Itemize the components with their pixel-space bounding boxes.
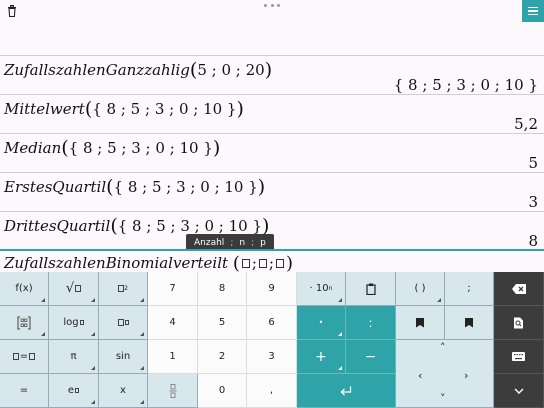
fraction-icon[interactable] <box>148 374 198 408</box>
placeholder-box[interactable] <box>275 259 284 268</box>
sqrt-key[interactable]: √ <box>49 272 99 306</box>
placeholder-box[interactable] <box>258 259 267 268</box>
placeholder-box[interactable] <box>241 259 250 268</box>
digit-7-key[interactable]: 7 <box>148 272 198 306</box>
pi-key[interactable]: π <box>49 340 99 374</box>
equation-key[interactable]: = <box>0 340 49 374</box>
history-expression: ZufallszahlenGanzzahlig(5 ; 0 ; 20) <box>4 59 273 81</box>
clipboard-icon[interactable] <box>346 272 396 306</box>
chevron-down-icon[interactable] <box>494 374 544 408</box>
backspace-icon[interactable] <box>494 272 544 306</box>
parentheses-key[interactable]: ( ) <box>396 272 445 306</box>
search-document-icon[interactable] <box>494 306 544 340</box>
function-args: { 8 ; 5 ; 3 ; 0 ; 10 } <box>113 178 258 196</box>
divide-key[interactable]: : <box>346 306 396 340</box>
tooltip-param: p <box>260 237 266 248</box>
tooltip-param: n <box>239 237 246 248</box>
history-result: 5 <box>528 154 538 172</box>
input-expression[interactable]: ZufallszahlenBinomialverteilt (;;) <box>4 253 293 274</box>
semicolon-key[interactable]: ; <box>445 272 494 306</box>
sin-key[interactable]: sin <box>99 340 148 374</box>
matrix-icon[interactable] <box>0 306 49 340</box>
history-result: { 8 ; 5 ; 3 ; 0 ; 10 } <box>393 76 538 94</box>
digit-4-key[interactable]: 4 <box>148 306 198 340</box>
down-arrow-icon[interactable]: ˅ <box>440 392 446 405</box>
bookmark-icon[interactable] <box>445 306 494 340</box>
tooltip-current-param: Anzahl <box>194 237 225 248</box>
function-args: 5 ; 0 ; 20 <box>197 61 265 79</box>
history-expression: ErstesQuartil({ 8 ; 5 ; 3 ; 0 ; 10 }) <box>4 176 266 198</box>
function-name: ZufallszahlenGanzzahlig <box>4 61 190 79</box>
history-result: 3 <box>528 193 538 211</box>
more-dots-icon[interactable] <box>264 0 280 10</box>
log-key[interactable]: log <box>49 306 99 340</box>
function-name: ErstesQuartil <box>4 178 107 196</box>
history-result: 8 <box>528 232 538 250</box>
function-name: Mittelwert <box>4 100 85 118</box>
minus-key[interactable]: − <box>346 340 396 374</box>
digit-3-key[interactable]: 3 <box>247 340 297 374</box>
function-name: ZufallszahlenBinomialverteilt <box>4 254 229 272</box>
equals-key[interactable]: = <box>0 374 49 408</box>
function-key[interactable]: f(x) <box>0 272 49 306</box>
digit-9-key[interactable]: 9 <box>247 272 297 306</box>
history-row[interactable]: Median({ 8 ; 5 ; 3 ; 0 ; 10 }) 5 <box>0 133 544 172</box>
right-arrow-icon[interactable]: › <box>464 369 468 382</box>
power-key[interactable] <box>99 306 148 340</box>
plus-key[interactable]: + <box>297 340 346 374</box>
history-expression: Median({ 8 ; 5 ; 3 ; 0 ; 10 }) <box>4 137 221 159</box>
hamburger-menu-icon[interactable] <box>522 0 544 22</box>
history-row[interactable]: ErstesQuartil({ 8 ; 5 ; 3 ; 0 ; 10 }) 3 <box>0 172 544 211</box>
input-line[interactable]: ZufallszahlenBinomialverteilt (;;) <box>0 249 544 274</box>
bookmark-icon[interactable] <box>396 306 445 340</box>
square-key[interactable]: 2 <box>99 272 148 306</box>
math-keyboard: f(x) √ 2 7 8 9 · 10 n ( ) ; log 4 5 6 • :… <box>0 272 544 408</box>
function-name: Median <box>4 139 62 157</box>
function-name: DrittesQuartil <box>4 217 111 235</box>
function-args: { 8 ; 5 ; 3 ; 0 ; 10 } <box>117 217 262 235</box>
digit-5-key[interactable]: 5 <box>198 306 247 340</box>
exp-key[interactable]: e <box>49 374 99 408</box>
variable-x-key[interactable]: x <box>99 374 148 408</box>
digit-2-key[interactable]: 2 <box>198 340 247 374</box>
top-toolbar <box>0 0 544 22</box>
trash-icon[interactable] <box>4 2 20 20</box>
times-ten-power-key[interactable]: · 10 n <box>297 272 346 306</box>
function-args: { 8 ; 5 ; 3 ; 0 ; 10 } <box>68 139 213 157</box>
history-expression: Mittelwert({ 8 ; 5 ; 3 ; 0 ; 10 }) <box>4 98 244 120</box>
history-result: 5,2 <box>514 115 538 133</box>
digit-1-key[interactable]: 1 <box>148 340 198 374</box>
keyboard-icon[interactable] <box>494 340 544 374</box>
digit-8-key[interactable]: 8 <box>198 272 247 306</box>
function-args: { 8 ; 5 ; 3 ; 0 ; 10 } <box>92 100 237 118</box>
arrow-keys[interactable]: ˄ ‹ › ˅ <box>396 340 494 408</box>
enter-icon[interactable] <box>297 374 396 408</box>
up-arrow-icon[interactable]: ˄ <box>440 341 446 354</box>
digit-6-key[interactable]: 6 <box>247 306 297 340</box>
multiply-key[interactable]: • <box>297 306 346 340</box>
comma-key[interactable]: , <box>247 374 297 408</box>
history-row[interactable]: Mittelwert({ 8 ; 5 ; 3 ; 0 ; 10 }) 5,2 <box>0 94 544 133</box>
history-row[interactable]: ZufallszahlenGanzzahlig(5 ; 0 ; 20) { 8 … <box>0 55 544 94</box>
digit-0-key[interactable]: 0 <box>198 374 247 408</box>
left-arrow-icon[interactable]: ‹ <box>418 369 422 382</box>
calculation-history: ZufallszahlenGanzzahlig(5 ; 0 ; 20) { 8 … <box>0 55 544 250</box>
